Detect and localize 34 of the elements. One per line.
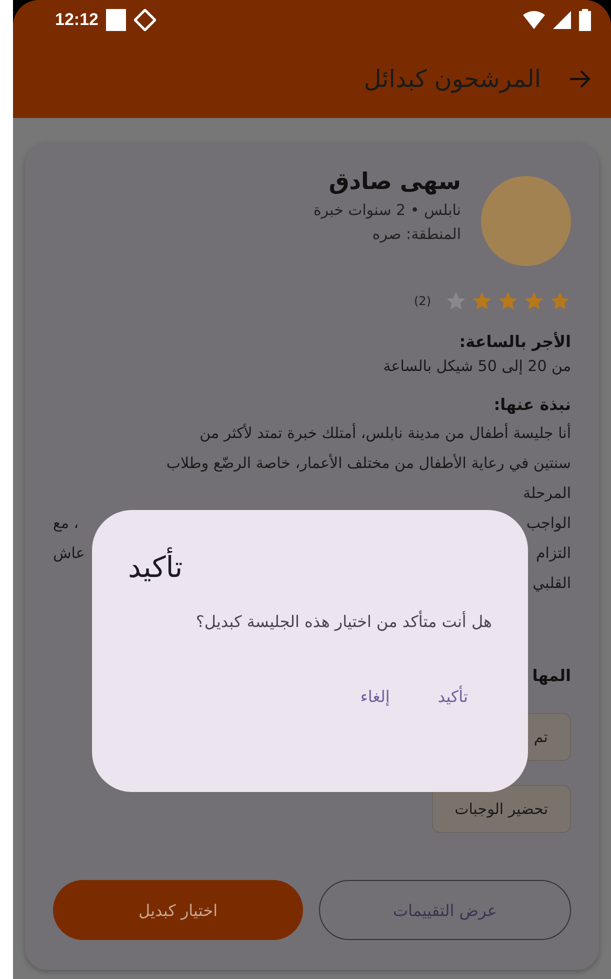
diamond-icon bbox=[134, 9, 156, 31]
bio-text: عاش bbox=[53, 543, 85, 564]
star-icon bbox=[523, 290, 545, 312]
view-reviews-button[interactable]: عرض التقييمات bbox=[319, 880, 571, 940]
screen-title: المرشحون كبدائل bbox=[364, 65, 541, 93]
star-icon bbox=[497, 290, 519, 312]
square-icon bbox=[106, 9, 126, 31]
bio-text: المرحلة bbox=[523, 483, 571, 504]
confirm-button[interactable]: تأكيد bbox=[424, 679, 482, 714]
bio-heading: نبذة عنها: bbox=[494, 395, 571, 414]
wage-text: من 20 إلى 50 شيكل بالساعة bbox=[382, 357, 571, 375]
bio-text: أنا جليسة أطفال من مدينة نابلس، أمتلك خبرة تمتد لأكثر من bbox=[200, 422, 571, 444]
wifi-icon bbox=[523, 11, 545, 29]
empty-star-icon bbox=[445, 290, 467, 312]
bio-text: التزام bbox=[536, 543, 571, 564]
signal-icon bbox=[553, 11, 571, 29]
battery-icon bbox=[579, 9, 591, 31]
bio-text: سنتين في رعاية الأطفال من مختلف الأعمار، خاصة الرضّع وطلاب bbox=[166, 452, 571, 474]
review-count: (2) bbox=[414, 294, 431, 308]
candidate-meta: نابلس • 2 سنوات خبرة bbox=[313, 201, 461, 219]
skills-heading: المها bbox=[532, 666, 571, 685]
candidate-area: المنطقة: صره bbox=[313, 225, 461, 243]
bio-text: ، مع bbox=[53, 513, 79, 534]
star-icon bbox=[549, 290, 571, 312]
candidate-name: سهى صادق bbox=[328, 169, 461, 195]
cancel-button[interactable]: إلغاء bbox=[346, 679, 404, 714]
wage-heading: الأجر بالساعة: bbox=[459, 332, 571, 351]
dialog-message: هل أنت متأكد من اختيار هذه الجليسة كبديل؟ bbox=[194, 612, 492, 631]
status-time: 12:12 bbox=[55, 10, 98, 30]
bio-text: الواجب bbox=[526, 513, 571, 534]
select-substitute-button[interactable]: اختيار كبديل bbox=[53, 880, 303, 940]
bio-text: القلبي bbox=[532, 573, 571, 594]
back-arrow-icon[interactable] bbox=[569, 69, 591, 89]
star-icon bbox=[471, 290, 493, 312]
